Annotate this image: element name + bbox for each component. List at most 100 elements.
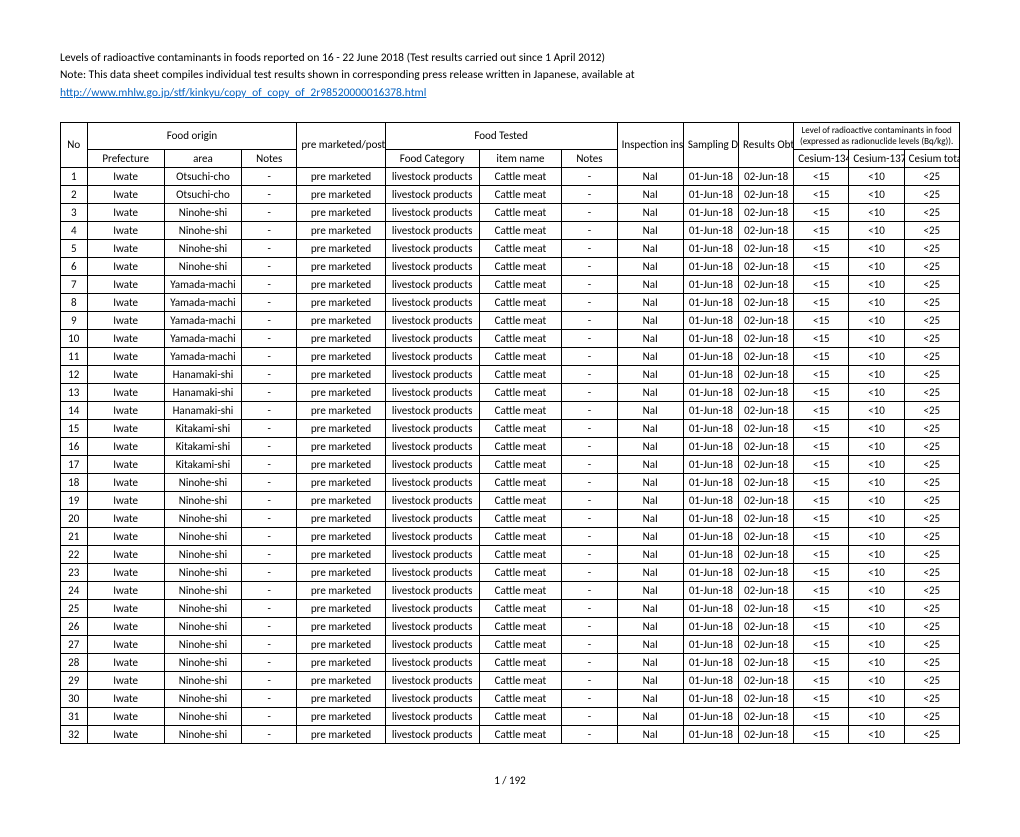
cell-samp: 01-Jun-18 [683,725,738,743]
cell-insp: NaI [617,617,683,635]
cell-ctot: <25 [904,491,959,509]
hdr-area: area [164,149,241,167]
cell-fc: livestock products [385,563,479,581]
cell-item: Cattle meat [479,725,562,743]
cell-c137: <10 [849,185,904,203]
cell-pref: Iwate [87,437,164,455]
cell-n2: - [562,671,617,689]
cell-fc: livestock products [385,275,479,293]
source-link[interactable]: http://www.mhlw.go.jp/stf/kinkyu/copy_of… [60,86,426,100]
cell-samp: 01-Jun-18 [683,419,738,437]
cell-samp: 01-Jun-18 [683,383,738,401]
cell-res: 02-Jun-18 [739,635,794,653]
cell-c134: <15 [794,275,849,293]
cell-no: 20 [61,509,88,527]
cell-samp: 01-Jun-18 [683,545,738,563]
hdr-premarketed: pre marketed/post marketed [297,122,385,167]
cell-no: 24 [61,581,88,599]
cell-c137: <10 [849,239,904,257]
cell-fc: livestock products [385,311,479,329]
cell-c137: <10 [849,725,904,743]
cell-c137: <10 [849,545,904,563]
header-col-row: Prefecture area Notes Food Category item… [61,149,960,167]
cell-c134: <15 [794,383,849,401]
cell-no: 30 [61,689,88,707]
cell-insp: NaI [617,473,683,491]
cell-pm: pre marketed [297,311,385,329]
cell-n2: - [562,311,617,329]
cell-ctot: <25 [904,383,959,401]
cell-area: Yamada-machi [164,311,241,329]
cell-samp: 01-Jun-18 [683,437,738,455]
cell-ctot: <25 [904,167,959,185]
cell-c137: <10 [849,383,904,401]
cell-area: Ninohe-shi [164,545,241,563]
table-row: 6IwateNinohe-shi-pre marketedlivestock p… [61,257,960,275]
cell-res: 02-Jun-18 [739,401,794,419]
cell-pm: pre marketed [297,707,385,725]
cell-area: Otsuchi-cho [164,185,241,203]
cell-n2: - [562,365,617,383]
cell-pref: Iwate [87,239,164,257]
cell-n2: - [562,491,617,509]
cell-insp: NaI [617,653,683,671]
cell-ctot: <25 [904,437,959,455]
table-row: 15IwateKitakami-shi-pre marketedlivestoc… [61,419,960,437]
cell-item: Cattle meat [479,437,562,455]
header-group-row: No Food origin pre marketed/post markete… [61,122,960,149]
cell-pref: Iwate [87,275,164,293]
cell-ctot: <25 [904,653,959,671]
cell-item: Cattle meat [479,239,562,257]
table-row: 20IwateNinohe-shi-pre marketedlivestock … [61,509,960,527]
cell-res: 02-Jun-18 [739,257,794,275]
cell-n1: - [242,527,297,545]
cell-n1: - [242,383,297,401]
cell-ctot: <25 [904,545,959,563]
cell-no: 31 [61,707,88,725]
cell-ctot: <25 [904,671,959,689]
cell-pref: Iwate [87,401,164,419]
cell-pm: pre marketed [297,293,385,311]
table-row: 30IwateNinohe-shi-pre marketedlivestock … [61,689,960,707]
cell-c134: <15 [794,311,849,329]
cell-insp: NaI [617,455,683,473]
cell-n1: - [242,473,297,491]
cell-res: 02-Jun-18 [739,311,794,329]
cell-insp: NaI [617,239,683,257]
cell-n2: - [562,617,617,635]
cell-pref: Iwate [87,581,164,599]
cell-samp: 01-Jun-18 [683,455,738,473]
cell-n1: - [242,617,297,635]
cell-item: Cattle meat [479,275,562,293]
cell-n2: - [562,401,617,419]
cell-item: Cattle meat [479,401,562,419]
cell-area: Ninohe-shi [164,635,241,653]
cell-pm: pre marketed [297,347,385,365]
cell-no: 25 [61,599,88,617]
cell-ctot: <25 [904,527,959,545]
table-row: 24IwateNinohe-shi-pre marketedlivestock … [61,581,960,599]
cell-ctot: <25 [904,725,959,743]
cell-item: Cattle meat [479,311,562,329]
cell-insp: NaI [617,635,683,653]
cell-insp: NaI [617,383,683,401]
cell-n1: - [242,257,297,275]
cell-n1: - [242,275,297,293]
cell-pm: pre marketed [297,401,385,419]
cell-c137: <10 [849,221,904,239]
cell-ctot: <25 [904,617,959,635]
table-row: 8IwateYamada-machi-pre marketedlivestock… [61,293,960,311]
cell-area: Ninohe-shi [164,491,241,509]
table-row: 11IwateYamada-machi-pre marketedlivestoc… [61,347,960,365]
cell-pm: pre marketed [297,455,385,473]
cell-fc: livestock products [385,635,479,653]
cell-pref: Iwate [87,185,164,203]
cell-n2: - [562,329,617,347]
cell-no: 21 [61,527,88,545]
hdr-food-tested: Food Tested [385,122,617,149]
table-row: 5IwateNinohe-shi-pre marketedlivestock p… [61,239,960,257]
cell-pref: Iwate [87,725,164,743]
cell-samp: 01-Jun-18 [683,671,738,689]
cell-fc: livestock products [385,509,479,527]
cell-c137: <10 [849,617,904,635]
